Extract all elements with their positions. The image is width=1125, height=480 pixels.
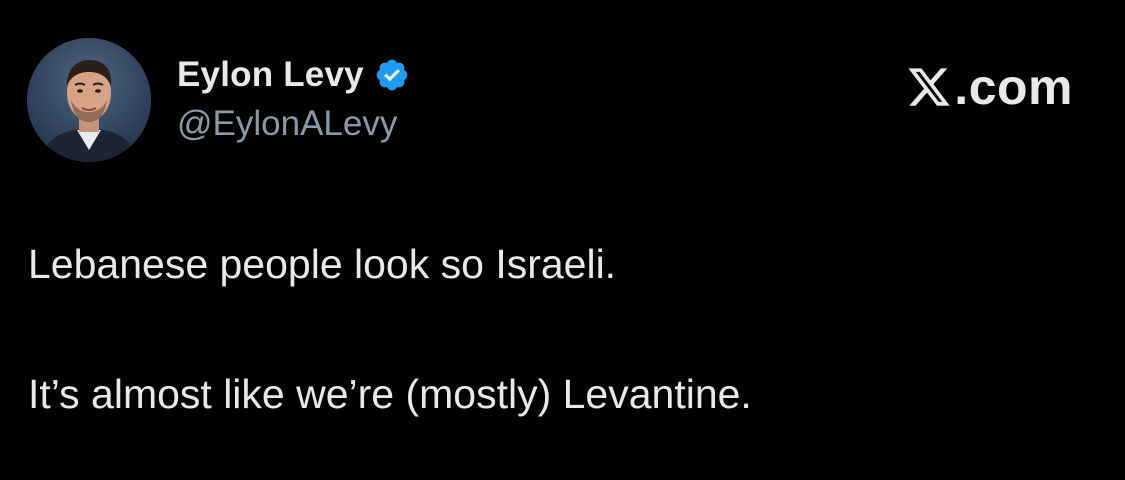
- display-name[interactable]: Eylon Levy: [177, 55, 364, 95]
- verified-badge-icon: [374, 57, 410, 93]
- tweet-card: Eylon Levy @EylonALevy .com Lebanese peo…: [0, 0, 1125, 480]
- brand-watermark: .com: [906, 58, 1073, 116]
- x-logo-icon: [906, 64, 952, 110]
- tweet-text: Lebanese people look so Israeli. It’s al…: [28, 236, 1088, 422]
- name-row: Eylon Levy: [177, 52, 410, 98]
- avatar[interactable]: [27, 38, 151, 162]
- brand-text: .com: [954, 59, 1073, 115]
- handle[interactable]: @EylonALevy: [177, 104, 410, 144]
- avatar-portrait: [27, 38, 151, 162]
- tweet-paragraph: Lebanese people look so Israeli.: [28, 241, 617, 287]
- author-block: Eylon Levy @EylonALevy: [177, 52, 410, 144]
- tweet-paragraph: It’s almost like we’re (mostly) Levantin…: [28, 371, 752, 417]
